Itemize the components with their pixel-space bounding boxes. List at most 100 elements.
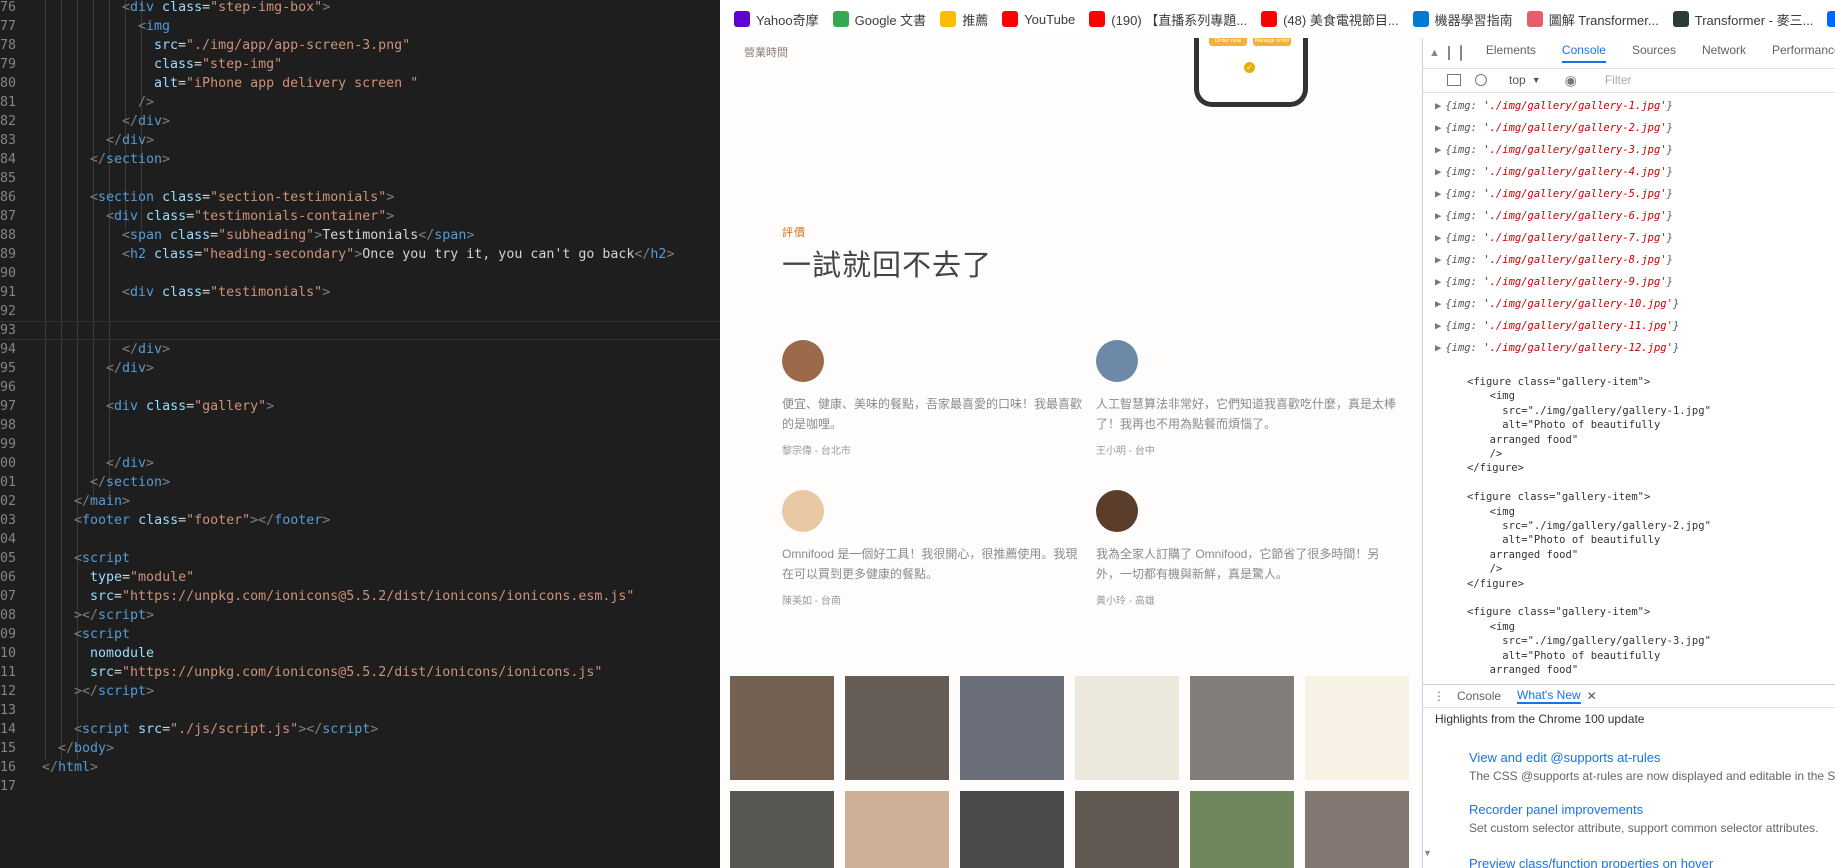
code-line[interactable]: 02 </main> — [0, 492, 720, 511]
code-line[interactable]: 96 — [0, 378, 720, 397]
scroll-up-icon[interactable]: ▲ — [1429, 47, 1440, 59]
context-select[interactable]: top — [1509, 73, 1526, 87]
web-page-preview[interactable]: 營業時間 Order now Manage order ✓ 評價 一試就回不去了… — [720, 38, 1422, 868]
code-line[interactable]: 76 <div class="step-img-box"> — [0, 0, 720, 17]
drawer-tab-whats-new[interactable]: What's New — [1517, 688, 1581, 704]
expand-triangle-icon[interactable]: ▶ — [1435, 276, 1441, 288]
code-line[interactable]: 08 ></script> — [0, 606, 720, 625]
code-line[interactable]: 06 type="module" — [0, 568, 720, 587]
code-line[interactable]: 05 <script — [0, 549, 720, 568]
bookmark-item[interactable]: 機器學習指南 — [1412, 10, 1513, 29]
code-line[interactable]: 98 — [0, 416, 720, 435]
whats-new-link-2[interactable]: Recorder panel improvements — [1469, 802, 1643, 817]
expand-triangle-icon[interactable]: ▶ — [1435, 342, 1441, 354]
expand-triangle-icon[interactable]: ▶ — [1435, 166, 1441, 178]
devtools-panel[interactable]: ▲ Elements Console Sources Network Performan… — [1422, 38, 1835, 868]
console-log-entry[interactable]: ▶ {img: './img/gallery/gallery-5.jpg'} — [1435, 188, 1673, 200]
sidebar-toggle-icon[interactable] — [1447, 74, 1461, 86]
code-line[interactable]: 92 — [0, 302, 720, 321]
console-log-entry[interactable]: ▶ {img: './img/gallery/gallery-9.jpg'} — [1435, 276, 1673, 288]
code-line[interactable]: 95 </div> — [0, 359, 720, 378]
code-line[interactable]: 82 </div> — [0, 112, 720, 131]
code-line[interactable]: 01 </section> — [0, 473, 720, 492]
console-log-entry[interactable]: ▶ {img: './img/gallery/gallery-7.jpg'} — [1435, 232, 1673, 244]
tab-sources[interactable]: Sources — [1632, 43, 1676, 63]
expand-triangle-icon[interactable]: ▶ — [1435, 122, 1441, 134]
code-line[interactable]: 90 — [0, 264, 720, 283]
console-log-entry[interactable]: ▶ {img: './img/gallery/gallery-3.jpg'} — [1435, 144, 1673, 156]
close-icon[interactable]: ✕ — [1587, 689, 1597, 703]
bookmark-item[interactable]: 知 — [1827, 10, 1835, 29]
code-line[interactable]: 04 — [0, 530, 720, 549]
code-line[interactable]: 85 — [0, 169, 720, 188]
console-log-entry[interactable]: ▶ {img: './img/gallery/gallery-6.jpg'} — [1435, 210, 1673, 222]
code-line[interactable]: 99 — [0, 435, 720, 454]
console-log-entry[interactable]: ▶ {img: './img/gallery/gallery-4.jpg'} — [1435, 166, 1673, 178]
code-line[interactable]: 15 </body> — [0, 739, 720, 758]
bookmark-item[interactable]: (190) 【直播系列專題... — [1089, 10, 1247, 29]
code-line[interactable]: 97 <div class="gallery"> — [0, 397, 720, 416]
filter-input[interactable]: Filter — [1605, 73, 1632, 87]
bookmark-item[interactable]: 圖解 Transformer... — [1526, 10, 1659, 29]
code-line[interactable]: 78 src="./img/app/app-screen-3.png" — [0, 36, 720, 55]
code-line[interactable]: 84 </section> — [0, 150, 720, 169]
expand-triangle-icon[interactable]: ▶ — [1435, 298, 1441, 310]
code-line[interactable]: 91 <div class="testimonials"> — [0, 283, 720, 302]
code-line[interactable]: 03 <footer class="footer"></footer> — [0, 511, 720, 530]
bookmark-item[interactable]: Yahoo奇摩 — [734, 10, 819, 29]
bookmark-item[interactable]: Transformer - 麥三... — [1672, 10, 1813, 29]
whats-new-link-3[interactable]: Preview class/function properties on hov… — [1469, 856, 1713, 868]
code-line[interactable]: 79 class="step-img" — [0, 55, 720, 74]
console-log-entry[interactable]: ▶ {img: './img/gallery/gallery-8.jpg'} — [1435, 254, 1673, 266]
bookmark-item[interactable]: YouTube — [1002, 11, 1075, 27]
console-log-entry[interactable]: ▶ {img: './img/gallery/gallery-12.jpg'} — [1435, 342, 1679, 354]
code-line[interactable]: 89 <h2 class="heading-secondary">Once you… — [0, 245, 720, 264]
expand-triangle-icon[interactable]: ▶ — [1435, 320, 1441, 332]
code-line[interactable]: 12 ></script> — [0, 682, 720, 701]
inspect-icon[interactable] — [1447, 46, 1450, 60]
code-line[interactable]: 81 /> — [0, 93, 720, 112]
code-line[interactable]: 11 src="https://unpkg.com/ionicons@5.5.2/… — [0, 663, 720, 682]
code-line[interactable]: 17 — [0, 777, 720, 796]
code-line[interactable]: 87 <div class="testimonials-container"> — [0, 207, 720, 226]
drawer-menu-icon[interactable]: ⋮ — [1433, 689, 1445, 703]
code-line[interactable]: 88 <span class="subheading">Testimonials<… — [0, 226, 720, 245]
code-line[interactable]: 16 </html> — [0, 758, 720, 777]
eye-icon[interactable]: ◉ — [1565, 72, 1577, 89]
expand-triangle-icon[interactable]: ▶ — [1435, 188, 1441, 200]
expand-triangle-icon[interactable]: ▶ — [1435, 232, 1441, 244]
console-log-entry[interactable]: ▶ {img: './img/gallery/gallery-11.jpg'} — [1435, 320, 1679, 332]
code-line[interactable]: 13 — [0, 701, 720, 720]
tab-console[interactable]: Console — [1561, 43, 1606, 63]
code-line[interactable]: 83 </div> — [0, 131, 720, 150]
code-line[interactable]: 14 <script src="./js/script.js"></script> — [0, 720, 720, 739]
tab-performance[interactable]: Performance — [1772, 43, 1835, 63]
clear-console-icon[interactable] — [1475, 74, 1487, 86]
device-toolbar-icon[interactable] — [1459, 45, 1462, 61]
whats-new-link-1[interactable]: View and edit @supports at-rules — [1469, 750, 1660, 765]
tab-network[interactable]: Network — [1702, 43, 1746, 63]
expand-triangle-icon[interactable]: ▶ — [1435, 100, 1441, 112]
code-editor[interactable]: 76 <div class="step-img-box"> 77 <img 78 src=… — [0, 0, 720, 868]
code-line[interactable]: 10 nomodule — [0, 644, 720, 663]
code-line[interactable]: 93 — [0, 321, 720, 340]
expand-triangle-icon[interactable]: ▶ — [1435, 210, 1441, 222]
code-line[interactable]: 77 <img — [0, 17, 720, 36]
bookmark-item[interactable]: Google 文書 — [832, 10, 926, 29]
scroll-down-icon[interactable]: ▼ — [1423, 848, 1432, 858]
console-log-entry[interactable]: ▶ {img: './img/gallery/gallery-2.jpg'} — [1435, 122, 1673, 134]
console-log-entry[interactable]: ▶ {img: './img/gallery/gallery-10.jpg'} — [1435, 298, 1679, 310]
expand-triangle-icon[interactable]: ▶ — [1435, 144, 1441, 156]
console-log-entry[interactable]: ▶ {img: './img/gallery/gallery-1.jpg'} — [1435, 100, 1673, 112]
code-line[interactable]: 00 </div> — [0, 454, 720, 473]
expand-triangle-icon[interactable]: ▶ — [1435, 254, 1441, 266]
code-line[interactable]: 80 alt="iPhone app delivery screen " — [0, 74, 720, 93]
code-line[interactable]: 94 </div> — [0, 340, 720, 359]
code-line[interactable]: 86 <section class="section-testimonials"> — [0, 188, 720, 207]
tab-elements[interactable]: Elements — [1486, 43, 1536, 63]
bookmark-item[interactable]: (48) 美食電視節目... — [1261, 10, 1399, 29]
code-line[interactable]: 07 src="https://unpkg.com/ionicons@5.5.2/… — [0, 587, 720, 606]
code-line[interactable]: 09 <script — [0, 625, 720, 644]
drawer-tab-console[interactable]: Console — [1457, 689, 1501, 703]
bookmark-item[interactable]: 推薦 — [940, 10, 988, 29]
